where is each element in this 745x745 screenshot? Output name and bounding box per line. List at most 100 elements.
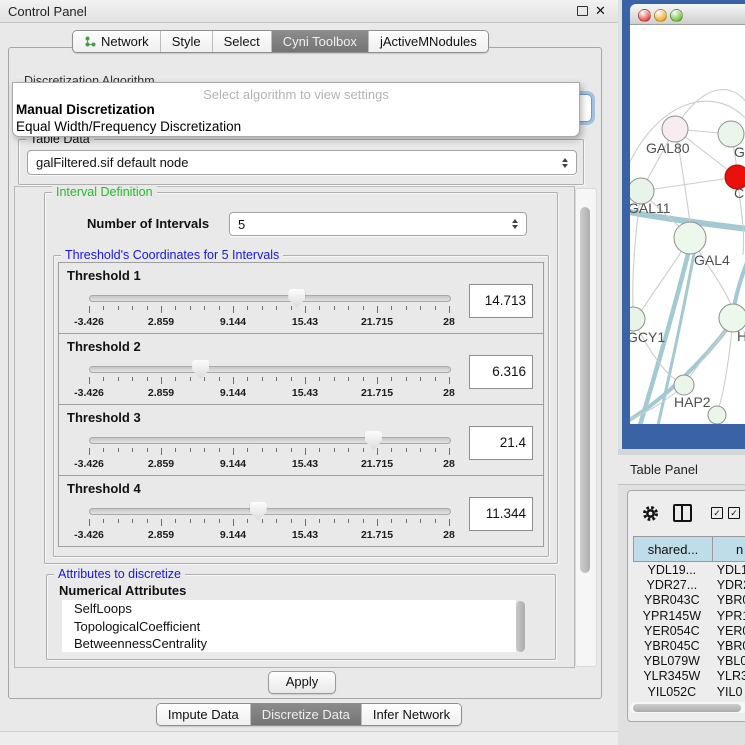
table-cell[interactable]: YPR1: [711, 609, 745, 624]
popup-item-manual-discretization[interactable]: Manual Discretization: [16, 102, 155, 117]
slider-track[interactable]: [89, 295, 451, 302]
table-cell[interactable]: YIL052C: [633, 685, 711, 700]
tab-jactivemnodules[interactable]: jActiveMNodules: [368, 31, 488, 52]
slider-tick: [118, 448, 119, 452]
attribute-list-item[interactable]: BetweennessCentrality: [62, 635, 516, 652]
attributes-list-scrollbar-thumb[interactable]: [516, 601, 525, 652]
attribute-list-item[interactable]: SelfLoops: [62, 600, 516, 618]
slider-tick: [305, 519, 306, 526]
network-node-hap2[interactable]: [674, 375, 694, 395]
threshold-value-field[interactable]: 6.316: [469, 355, 533, 389]
slider-tick: [363, 377, 364, 381]
slider-tick: [233, 306, 234, 313]
table-cell[interactable]: YDL19...: [633, 563, 711, 578]
table-row[interactable]: YER054CYER0: [633, 624, 745, 639]
table-cell[interactable]: YER0: [711, 624, 745, 639]
tab-cyni-toolbox[interactable]: Cyni Toolbox: [271, 31, 368, 52]
slider-tick: [247, 306, 248, 310]
tab-infer-network[interactable]: Infer Network: [361, 704, 461, 725]
network-node[interactable]: [708, 406, 726, 424]
table-data-combobox[interactable]: galFiltered.sif default node: [27, 150, 577, 175]
node-label: GAL4: [694, 252, 730, 268]
table-row[interactable]: YIL052CYIL0: [633, 685, 745, 700]
table-row[interactable]: YBR045CYBR0: [633, 639, 745, 654]
checkbox-checked-icon[interactable]: ✓: [728, 507, 740, 519]
slider-track[interactable]: [89, 366, 451, 373]
minimize-window-button[interactable]: [654, 9, 667, 22]
table-row[interactable]: YPR145WYPR1: [633, 609, 745, 624]
slider-track[interactable]: [89, 437, 451, 444]
slider-tick: [319, 519, 320, 523]
attribute-list-item[interactable]: TopologicalCoefficient: [62, 618, 516, 636]
vertical-scrollbar-thumb[interactable]: [580, 207, 590, 573]
table-row[interactable]: YBL079WYBL0: [633, 654, 745, 669]
table-row[interactable]: YBR043CYBR0: [633, 593, 745, 608]
apply-button[interactable]: Apply: [268, 671, 336, 694]
table-cell[interactable]: YDL1: [711, 563, 745, 578]
network-window-titlebar[interactable]: [630, 4, 745, 25]
slider-thumb[interactable]: [192, 360, 209, 379]
checkbox-checked-icon[interactable]: ✓: [711, 507, 723, 519]
close-window-button[interactable]: [638, 9, 651, 22]
close-panel-icon[interactable]: ✕: [595, 3, 606, 19]
network-canvas[interactable]: GAL80GGAL11GAL4GCY1HHAP2C: [630, 25, 745, 424]
table-row[interactable]: YDR27...YDR2: [633, 578, 745, 593]
float-window-icon[interactable]: [577, 6, 588, 16]
threshold-slider[interactable]: -3.4262.8599.14415.4321.71528: [89, 361, 449, 401]
table-cell[interactable]: YPR145W: [633, 609, 711, 624]
table-cell[interactable]: YBL079W: [633, 654, 711, 669]
split-columns-icon[interactable]: [673, 504, 692, 522]
horizontal-scrollbar[interactable]: [630, 702, 745, 713]
number-of-intervals-combobox[interactable]: 5: [229, 212, 527, 236]
threshold-slider[interactable]: -3.4262.8599.14415.4321.71528: [89, 432, 449, 472]
horizontal-scrollbar-thumb[interactable]: [633, 704, 741, 712]
slider-tick: [175, 448, 176, 452]
network-node-gcy1[interactable]: [630, 307, 645, 331]
table-cell[interactable]: YBR0: [711, 639, 745, 654]
threshold-1-panel: Threshold 1 -3.4262.8599.14415.4321.7152…: [58, 262, 544, 334]
zoom-window-button[interactable]: [670, 9, 683, 22]
slider-tick: [276, 448, 277, 452]
network-node-gal80[interactable]: [662, 116, 688, 142]
table-cell[interactable]: YBR045C: [633, 639, 711, 654]
slider-thumb[interactable]: [365, 431, 382, 450]
table-row[interactable]: YDL19...YDL1: [633, 563, 745, 578]
tab-style[interactable]: Style: [160, 31, 212, 52]
threshold-slider[interactable]: -3.4262.8599.14415.4321.71528: [89, 503, 449, 543]
popup-item-equal-width-frequency[interactable]: Equal Width/Frequency Discretization: [16, 119, 241, 134]
numerical-attributes-list[interactable]: SelfLoopsTopologicalCoefficientBetweenne…: [62, 600, 516, 652]
threshold-value-field[interactable]: 14.713: [469, 284, 533, 318]
tab-label: Discretize Data: [262, 707, 350, 722]
table-cell[interactable]: YDR27...: [633, 578, 711, 593]
tab-select[interactable]: Select: [212, 31, 271, 52]
slider-tick: [449, 448, 450, 455]
table-cell[interactable]: YLR345W: [633, 669, 711, 684]
table-cell[interactable]: YIL0: [711, 685, 745, 700]
tab-impute-data[interactable]: Impute Data: [157, 704, 250, 725]
slider-tick: [377, 519, 378, 526]
control-panel: Control Panel ✕ Network Style Select Cyn…: [0, 0, 618, 745]
slider-track[interactable]: [89, 508, 451, 515]
table-cell[interactable]: YLR3: [711, 669, 745, 684]
table-cell[interactable]: YER054C: [633, 624, 711, 639]
threshold-value-field[interactable]: 21.4: [469, 426, 533, 460]
vertical-scrollbar[interactable]: [575, 188, 597, 667]
table-cell[interactable]: YBR0: [711, 593, 745, 608]
gear-icon[interactable]: [641, 504, 660, 523]
slider-tick: [348, 306, 349, 310]
tab-discretize-data[interactable]: Discretize Data: [250, 704, 361, 725]
network-node-gal4[interactable]: [674, 222, 706, 254]
table-cell[interactable]: YBL0: [711, 654, 745, 669]
threshold-slider[interactable]: -3.4262.8599.14415.4321.71528: [89, 290, 449, 330]
table-cell[interactable]: YDR2: [711, 578, 745, 593]
slider-thumb[interactable]: [250, 502, 267, 521]
column-header-shared-name[interactable]: shared...: [633, 536, 713, 562]
column-header-name[interactable]: n: [713, 536, 745, 562]
tab-network[interactable]: Network: [73, 31, 160, 52]
threshold-value-field[interactable]: 11.344: [469, 497, 533, 531]
table-cell[interactable]: YBR043C: [633, 593, 711, 608]
table-row[interactable]: YLR345WYLR3: [633, 669, 745, 684]
slider-tick: [291, 519, 292, 523]
algorithm-dropdown-popup: Select algorithm to view settings Manual…: [12, 82, 580, 137]
network-edge[interactable]: [641, 177, 737, 191]
